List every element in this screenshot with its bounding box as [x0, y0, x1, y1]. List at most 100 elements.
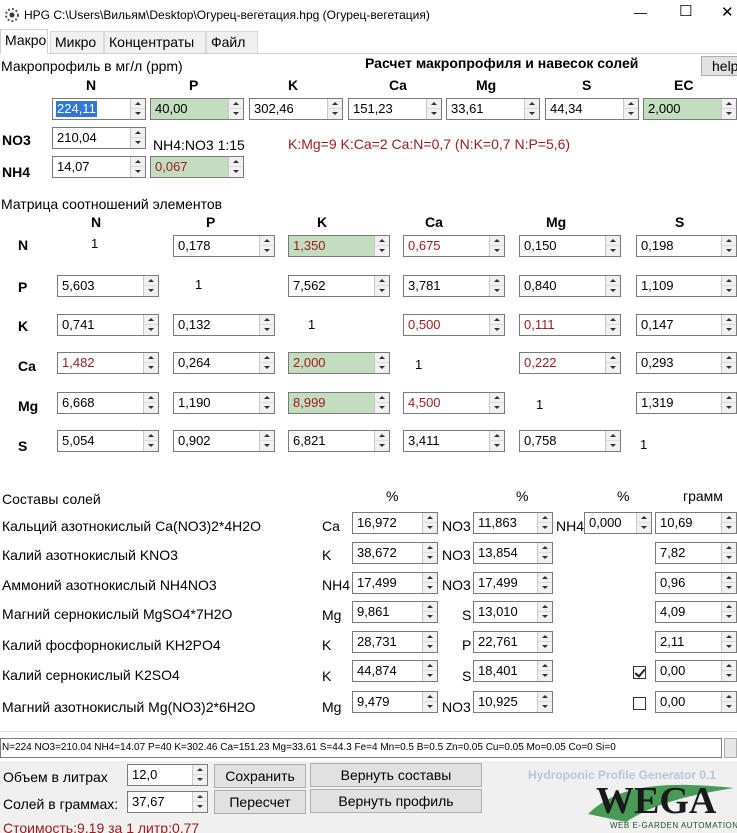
- salt-pct-input[interactable]: 11,863: [473, 512, 553, 534]
- summary-field[interactable]: N=224 NO3=210.04 NH4=14.07 P=40 K=302.46…: [0, 738, 722, 758]
- spin-down-icon[interactable]: [423, 612, 437, 622]
- spin-down-icon[interactable]: [229, 167, 243, 177]
- spin-down-icon[interactable]: [375, 403, 389, 413]
- spin-up-icon[interactable]: [722, 602, 736, 612]
- salt-pct-input[interactable]: 17,499: [352, 572, 438, 594]
- volume-input[interactable]: 12,0: [127, 764, 208, 786]
- spin-up-icon[interactable]: [375, 393, 389, 403]
- spin-down-icon[interactable]: [144, 403, 158, 413]
- spin-up-icon[interactable]: [229, 99, 243, 109]
- salt-pct-input[interactable]: 9,861: [352, 601, 438, 623]
- spin-up-icon[interactable]: [328, 99, 342, 109]
- spin-up-icon[interactable]: [375, 236, 389, 246]
- save-button[interactable]: Сохранить: [214, 764, 306, 788]
- spin-up-icon[interactable]: [624, 99, 638, 109]
- salt-pct-input[interactable]: 17,499: [473, 572, 553, 594]
- salt-gram-input[interactable]: 7,82: [655, 542, 737, 564]
- macro-ec-input[interactable]: 2,000: [643, 98, 737, 120]
- salt-pct-input[interactable]: 38,672: [352, 542, 438, 564]
- spin-down-icon[interactable]: [722, 109, 736, 119]
- spin-up-icon[interactable]: [131, 157, 145, 167]
- matrix-cell[interactable]: 0,150: [519, 235, 621, 257]
- spin-down-icon[interactable]: [375, 363, 389, 373]
- spin-up-icon[interactable]: [229, 157, 243, 167]
- matrix-cell[interactable]: 1,319: [636, 392, 737, 414]
- spin-down-icon[interactable]: [722, 403, 736, 413]
- spin-up-icon[interactable]: [423, 602, 437, 612]
- macro-n-input[interactable]: 224,11: [52, 98, 146, 120]
- spin-up-icon[interactable]: [144, 431, 158, 441]
- spin-down-icon[interactable]: [144, 286, 158, 296]
- spin-up-icon[interactable]: [375, 276, 389, 286]
- summary-side-button[interactable]: [724, 738, 737, 758]
- spin-up-icon[interactable]: [722, 692, 736, 702]
- spin-up-icon[interactable]: [423, 632, 437, 642]
- matrix-cell[interactable]: 3,411: [403, 430, 505, 452]
- spin-up-icon[interactable]: [722, 573, 736, 583]
- maximize-icon[interactable]: ☐: [679, 4, 692, 20]
- salt-pct-input[interactable]: 18,401: [473, 660, 553, 682]
- salt-pct-input[interactable]: 16,972: [352, 512, 438, 534]
- spin-up-icon[interactable]: [538, 543, 552, 553]
- spin-up-icon[interactable]: [606, 276, 620, 286]
- spin-up-icon[interactable]: [722, 353, 736, 363]
- salt-gram-input[interactable]: 0,00: [655, 660, 737, 682]
- spin-up-icon[interactable]: [260, 315, 274, 325]
- spin-down-icon[interactable]: [144, 363, 158, 373]
- spin-up-icon[interactable]: [260, 353, 274, 363]
- matrix-cell[interactable]: 0,264: [173, 352, 275, 374]
- spin-down-icon[interactable]: [427, 109, 441, 119]
- matrix-cell[interactable]: 6,668: [57, 392, 159, 414]
- spin-up-icon[interactable]: [722, 661, 736, 671]
- matrix-cell[interactable]: 0,840: [519, 275, 621, 297]
- tab-file[interactable]: Файл: [206, 31, 258, 53]
- help-button[interactable]: help: [701, 56, 737, 76]
- spin-up-icon[interactable]: [375, 353, 389, 363]
- spin-down-icon[interactable]: [525, 109, 539, 119]
- spin-down-icon[interactable]: [606, 246, 620, 256]
- spin-down-icon[interactable]: [490, 403, 504, 413]
- spin-down-icon[interactable]: [260, 325, 274, 335]
- spin-down-icon[interactable]: [538, 583, 552, 593]
- spin-up-icon[interactable]: [423, 661, 437, 671]
- minimize-icon[interactable]: —: [634, 5, 647, 21]
- spin-down-icon[interactable]: [423, 671, 437, 681]
- spin-down-icon[interactable]: [131, 138, 145, 148]
- spin-down-icon[interactable]: [490, 325, 504, 335]
- matrix-cell[interactable]: 6,821: [288, 430, 390, 452]
- matrix-cell[interactable]: 1,482: [57, 352, 159, 374]
- salt-pct-input[interactable]: 28,731: [352, 631, 438, 653]
- spin-down-icon[interactable]: [423, 523, 437, 533]
- spin-up-icon[interactable]: [423, 513, 437, 523]
- matrix-cell[interactable]: 0,741: [57, 314, 159, 336]
- spin-up-icon[interactable]: [722, 543, 736, 553]
- spin-down-icon[interactable]: [538, 553, 552, 563]
- spin-up-icon[interactable]: [538, 513, 552, 523]
- spin-up-icon[interactable]: [606, 236, 620, 246]
- spin-up-icon[interactable]: [131, 99, 145, 109]
- spin-up-icon[interactable]: [423, 543, 437, 553]
- spin-up-icon[interactable]: [722, 393, 736, 403]
- spin-down-icon[interactable]: [722, 553, 736, 563]
- spin-up-icon[interactable]: [722, 315, 736, 325]
- spin-down-icon[interactable]: [606, 286, 620, 296]
- spin-up-icon[interactable]: [722, 99, 736, 109]
- spin-down-icon[interactable]: [193, 802, 207, 812]
- spin-up-icon[interactable]: [722, 632, 736, 642]
- spin-up-icon[interactable]: [637, 513, 651, 523]
- spin-down-icon[interactable]: [722, 612, 736, 622]
- matrix-cell[interactable]: 1,109: [636, 275, 737, 297]
- spin-up-icon[interactable]: [490, 315, 504, 325]
- spin-down-icon[interactable]: [538, 671, 552, 681]
- spin-up-icon[interactable]: [260, 431, 274, 441]
- spin-up-icon[interactable]: [606, 353, 620, 363]
- spin-down-icon[interactable]: [722, 523, 736, 533]
- spin-down-icon[interactable]: [490, 441, 504, 451]
- spin-down-icon[interactable]: [144, 325, 158, 335]
- restore-salts-button[interactable]: Вернуть составы: [310, 763, 482, 787]
- spin-up-icon[interactable]: [423, 692, 437, 702]
- spin-up-icon[interactable]: [144, 276, 158, 286]
- matrix-cell[interactable]: 0,902: [173, 430, 275, 452]
- spin-down-icon[interactable]: [722, 583, 736, 593]
- matrix-cell[interactable]: 5,603: [57, 275, 159, 297]
